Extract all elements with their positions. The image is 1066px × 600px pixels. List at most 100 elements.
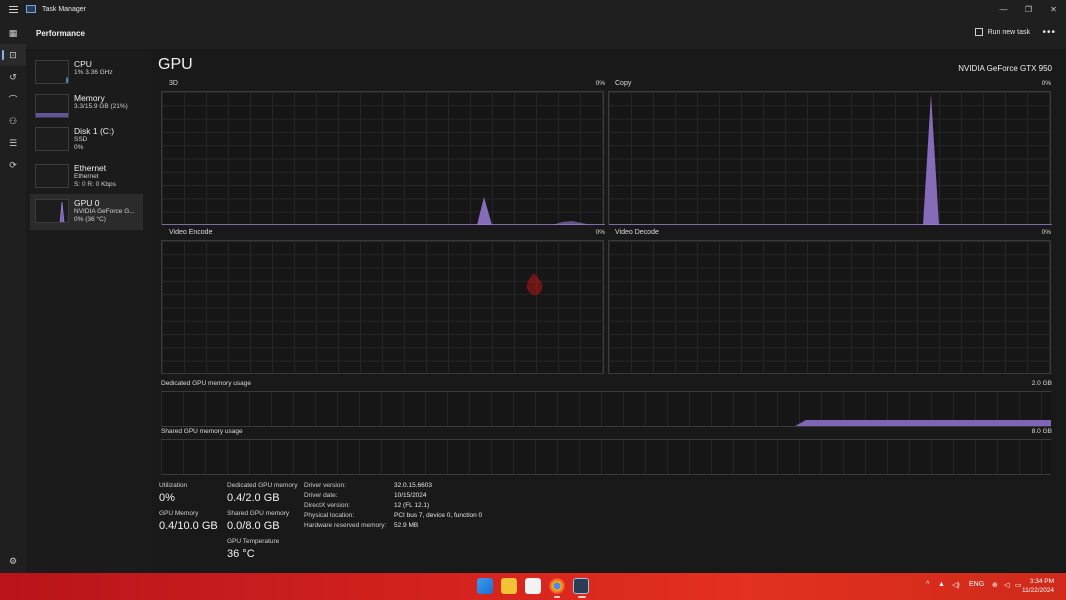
device-sub: 3.3/15.9 GB (21%)	[74, 103, 128, 110]
graph-copy	[608, 91, 1052, 225]
graph-video-encode	[161, 240, 604, 374]
device-list: CPU 1% 3.36 GHz Memory 3.3/15.9 GB (21%)…	[26, 49, 151, 573]
details-icon[interactable]: ☰	[0, 132, 26, 154]
gpu-memory-label: GPU Memory	[159, 510, 199, 517]
ethernet-thumbnail	[35, 164, 69, 188]
network-app-icon[interactable]: ▲	[938, 581, 945, 588]
device-name: CPU	[74, 59, 92, 69]
directx-version-value: 12 (FL 12.1)	[394, 502, 430, 509]
startup-apps-icon[interactable]: ⌒	[0, 88, 26, 110]
more-options-button[interactable]: •••	[1042, 27, 1056, 38]
dedicated-memory-stat-value: 0.4/2.0 GB	[227, 492, 280, 504]
driver-date-label: Driver date:	[304, 492, 338, 499]
language-indicator[interactable]: ENG	[969, 581, 984, 588]
graph-pct-3d: 0%	[595, 80, 605, 87]
shared-memory-max: 8.0 GB	[1031, 428, 1052, 435]
services-icon[interactable]: ⟳	[0, 154, 26, 176]
physical-location-label: Physical location:	[304, 512, 355, 519]
left-nav: ▦ ⊡ ↺ ⌒ ⚇ ☰ ⟳ ⚙	[0, 18, 26, 573]
device-sub: SSD	[74, 136, 88, 143]
shared-memory-label: Shared GPU memory usage	[161, 428, 243, 435]
graph-pct-video-encode: 0%	[595, 229, 605, 236]
close-button[interactable]: ✕	[1041, 0, 1066, 18]
device-gpu[interactable]: GPU 0 NVIDIA GeForce G... 0% (36 °C)	[30, 194, 143, 230]
driver-date-value: 10/15/2024	[394, 492, 427, 499]
memory-thumbnail	[35, 94, 69, 118]
run-new-task-label: Run new task	[987, 28, 1030, 36]
volume-icon[interactable]: ◁)	[952, 581, 960, 589]
graph-video-decode	[608, 240, 1051, 374]
hardware-reserved-memory-label: Hardware reserved memory:	[304, 522, 387, 529]
gpu-temperature-label: GPU Temperature	[227, 538, 280, 545]
users-icon[interactable]: ⚇	[0, 110, 26, 132]
task-manager-running-indicator	[578, 596, 586, 598]
file-explorer-icon[interactable]	[501, 578, 517, 594]
run-task-icon	[974, 28, 983, 36]
clock-time: 3:34 PM	[1029, 578, 1054, 585]
utilization-value: 0%	[159, 492, 175, 504]
store-icon[interactable]	[525, 578, 541, 594]
graph-label-3d: 3D	[169, 80, 178, 87]
processes-icon[interactable]: ▦	[0, 22, 26, 44]
window-title: Task Manager	[42, 5, 86, 13]
graph-label-video-decode: Video Decode	[615, 229, 659, 236]
device-ethernet[interactable]: Ethernet Ethernet S: 0 R: 0 Kbps	[30, 159, 143, 193]
speaker-icon[interactable]: ◁	[1004, 581, 1009, 589]
dedicated-memory-label: Dedicated GPU memory usage	[161, 380, 251, 387]
dedicated-memory-stat-label: Dedicated GPU memory	[227, 482, 298, 489]
graph-3d	[161, 91, 605, 225]
app-history-icon[interactable]: ↺	[0, 66, 26, 88]
maximize-button[interactable]: ❐	[1016, 0, 1041, 18]
disk-thumbnail	[35, 127, 69, 151]
device-name: Disk 1 (C:)	[74, 126, 115, 136]
device-disk[interactable]: Disk 1 (C:) SSD 0%	[30, 122, 143, 156]
page-title: Performance	[36, 29, 85, 38]
task-manager-app-icon	[26, 5, 36, 13]
clock-date: 11/22/2024	[1021, 587, 1054, 594]
graph-label-copy: Copy	[615, 80, 632, 87]
performance-icon[interactable]: ⊡	[0, 44, 26, 66]
taskbar: ^ ▲ ◁) ENG ⊕ ◁ ▭ 3:34 PM 11/22/2024	[0, 573, 1066, 600]
gpu-model-name: NVIDIA GeForce GTX 950	[958, 64, 1052, 73]
run-new-task-button[interactable]: Run new task	[974, 28, 1030, 36]
graph-pct-copy: 0%	[1041, 80, 1051, 87]
device-memory[interactable]: Memory 3.3/15.9 GB (21%)	[30, 89, 143, 123]
device-sub: Ethernet	[74, 173, 99, 180]
device-sub: 0% (36 °C)	[74, 216, 106, 223]
title-bar: Task Manager — ❐ ✕	[0, 0, 1066, 18]
directx-version-label: DirectX version:	[304, 502, 350, 509]
graph-pct-video-decode: 0%	[1041, 229, 1051, 236]
device-name: GPU 0	[74, 198, 100, 208]
show-hidden-icons-button[interactable]: ^	[926, 581, 929, 588]
start-windows-icon[interactable]	[477, 578, 493, 594]
globe-network-icon[interactable]: ⊕	[992, 581, 998, 589]
taskbar-clock[interactable]: 3:34 PM 11/22/2024	[1022, 577, 1054, 595]
hardware-reserved-memory-value: 52.9 MB	[394, 522, 419, 529]
dedicated-memory-max: 2.0 GB	[1031, 380, 1052, 387]
settings-icon[interactable]: ⚙	[0, 550, 26, 572]
device-sub: S: 0 R: 0 Kbps	[74, 181, 116, 188]
device-sub: 1% 3.36 GHz	[74, 69, 113, 76]
gpu-temperature-value: 36 °C	[227, 548, 255, 560]
task-manager-taskbar-icon[interactable]	[573, 578, 589, 594]
driver-version-label: Driver version:	[304, 482, 346, 489]
dedicated-memory-graph	[161, 391, 1051, 427]
device-cpu[interactable]: CPU 1% 3.36 GHz	[30, 55, 143, 89]
header-bar: Performance Run new task •••	[26, 18, 1066, 49]
shared-memory-stat-label: Shared GPU memory	[227, 510, 290, 517]
chrome-icon[interactable]	[549, 578, 565, 594]
gpu-title: GPU	[158, 56, 193, 73]
chrome-running-indicator	[554, 596, 560, 598]
utilization-label: Utilization	[159, 482, 188, 489]
device-name: Ethernet	[74, 163, 107, 173]
gpu-thumbnail	[35, 199, 69, 223]
hamburger-menu-icon[interactable]	[0, 0, 26, 18]
physical-location-value: PCI bus 7, device 0, function 0	[394, 512, 483, 519]
device-sub: 0%	[74, 144, 84, 151]
battery-icon[interactable]: ▭	[1015, 581, 1022, 589]
device-name: Memory	[74, 93, 105, 103]
shared-memory-graph	[161, 439, 1051, 475]
watermark-logo	[526, 273, 543, 296]
minimize-button[interactable]: —	[991, 0, 1016, 18]
device-sub: NVIDIA GeForce G...	[74, 208, 135, 215]
